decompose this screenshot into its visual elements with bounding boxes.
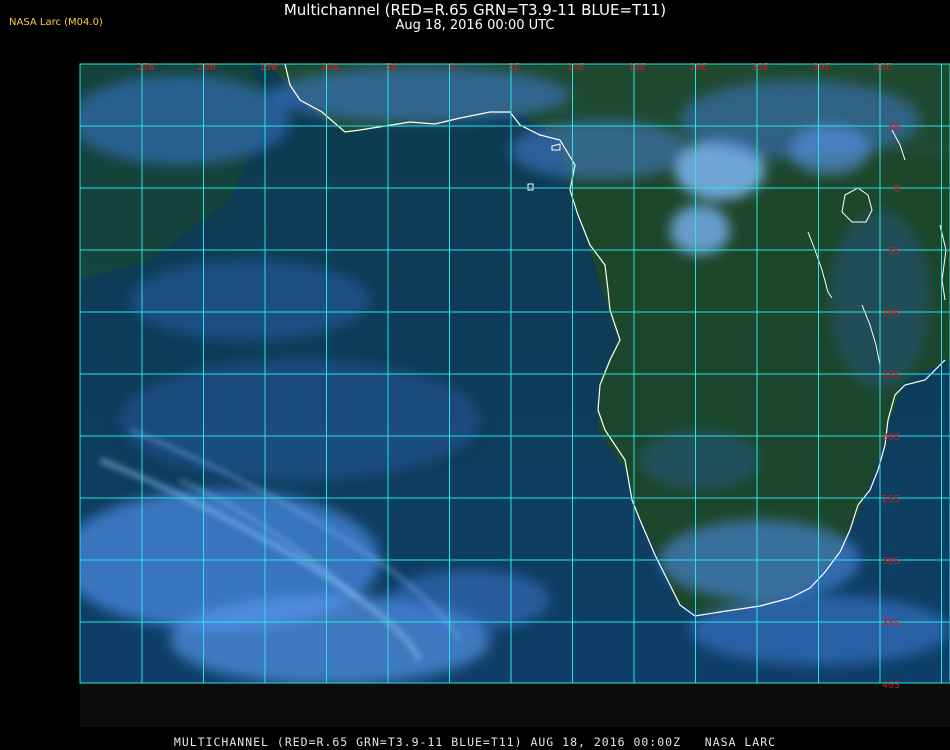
latitude-label: 15S: [882, 370, 900, 381]
latitude-label: 5N: [888, 122, 900, 133]
latitude-label: 40S: [882, 680, 900, 691]
latitude-label: 20S: [882, 432, 900, 443]
footer-caption: MULTICHANNEL (RED=R.65 GRN=T3.9-11 BLUE=…: [173, 735, 777, 749]
map-bottom-strip: [80, 683, 950, 727]
latitude-label: 30S: [882, 556, 900, 567]
latitude-label: 35S: [882, 618, 900, 629]
latitude-label: 10S: [882, 308, 900, 319]
latitude-label: 5S: [888, 246, 900, 257]
satellite-map: 25W 20W 15W 10W 5W 0 5E 10E 15E 20E 25E 30E 35E 5N05…: [79, 62, 950, 727]
latitude-label: 0: [894, 184, 900, 195]
latitude-label: 25S: [882, 494, 900, 505]
